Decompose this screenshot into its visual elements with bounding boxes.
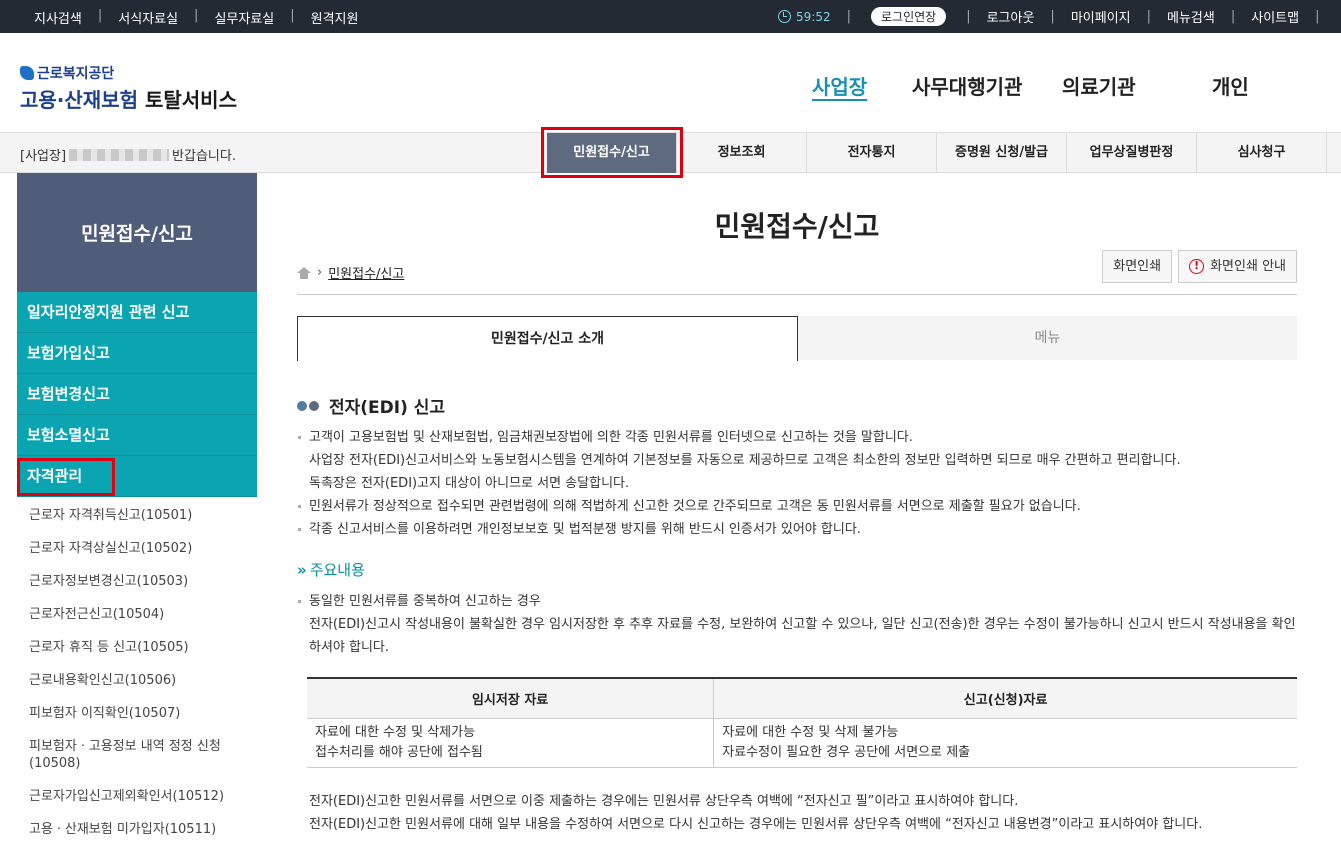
subsection-heading: » 주요내용 [297, 559, 1297, 580]
desc-line: 사업장 전자(EDI)신고서비스와 노동보험시스템을 연계하여 기본정보를 자동… [309, 453, 1181, 468]
user-greeting: [사업장] 반갑습니다. [20, 145, 236, 164]
tab-intro[interactable]: 민원접수/신고 소개 [297, 316, 798, 361]
sidebar-cat-job-stability[interactable]: 일자리안정지원 관련 신고 [17, 292, 257, 333]
site-logo[interactable]: 근로복지공단 고용·산재보험 토탈서비스 [20, 63, 237, 113]
menu-certificate[interactable]: 증명원 신청/발급 [937, 133, 1067, 173]
print-guide-button[interactable]: ! 화면인쇄 안내 [1178, 250, 1297, 283]
menu-info-inquiry[interactable]: 정보조회 [677, 133, 807, 173]
content-tabs: 민원접수/신고 소개 메뉴 [297, 316, 1297, 361]
greeting-prefix: [사업장] [20, 149, 67, 164]
sidebar-cat-insurance-change[interactable]: 보험변경신고 [17, 374, 257, 415]
table-cell-line: 자료에 대한 수정 및 삭제가능 [315, 724, 476, 740]
logo-service-sub: 토탈서비스 [144, 88, 237, 112]
branch-search-link[interactable]: 지사검색 [34, 8, 82, 27]
table-cell: 자료에 대한 수정 및 삭제 불가능 자료수정이 필요한 경우 공단에 서면으로… [713, 718, 1297, 768]
clock-icon [778, 10, 791, 23]
masked-company-name [69, 148, 170, 161]
section-heading-text: 전자(EDI) 신고 [329, 398, 446, 418]
sidebar-subitem[interactable]: 근로자전근신고(10504) [17, 598, 257, 631]
remote-support-link[interactable]: 원격지원 [311, 8, 359, 27]
section-heading: 전자(EDI) 신고 [297, 393, 1297, 418]
menu-e-notice[interactable]: 전자통지 [807, 133, 937, 173]
table-row: 자료에 대한 수정 및 삭제가능 접수처리를 해야 공단에 접수됨 자료에 대한… [307, 718, 1297, 768]
sidebar-subitem[interactable]: 근로자정보변경신고(10503) [17, 565, 257, 598]
sidebar-cat-insurance-end[interactable]: 보험소멸신고 [17, 415, 257, 456]
breadcrumb: › 민원접수/신고 [297, 263, 404, 282]
practice-library-link[interactable]: 실무자료실 [214, 8, 274, 27]
breadcrumb-current[interactable]: 민원접수/신고 [328, 263, 404, 282]
desc-item: 고객이 고용보험법 및 산재보험법, 임금채권보장법에 의한 각종 민원서류를 … [297, 426, 1297, 449]
comwel-logo-icon [20, 66, 34, 80]
desc-item: 동일한 민원서류를 중복하여 신고하는 경우 [297, 590, 1297, 613]
sidebar-cat-insurance-join[interactable]: 보험가입신고 [17, 333, 257, 374]
desc-item: 민원서류가 정상적으로 접수되면 관련법령에 의해 적법하게 신고한 것으로 간… [297, 495, 1297, 518]
table-cell-line: 접수처리를 해야 공단에 접수됨 [315, 744, 483, 760]
gnb-workplace[interactable]: 사업장 [812, 71, 867, 100]
sidebar-subitem[interactable]: 근로자 자격상실신고(10502) [17, 532, 257, 565]
desc-line: 독촉장은 전자(EDI)고지 대상이 아니므로 서면 송달합니다. [309, 476, 630, 491]
logo-service-main: 고용·산재보험 [20, 88, 138, 112]
sidebar-title: 민원접수/신고 [17, 173, 257, 292]
print-button[interactable]: 화면인쇄 [1102, 250, 1173, 283]
double-chevron-icon: » [297, 560, 307, 579]
left-sidebar: 민원접수/신고 일자리안정지원 관련 신고 보험가입신고 보험변경신고 보험소멸… [17, 173, 257, 852]
tab-menu[interactable]: 메뉴 [798, 316, 1297, 361]
mypage-link[interactable]: 마이페이지 [1071, 7, 1131, 26]
menu-disease-judgment[interactable]: 업무상질병판정 [1067, 133, 1197, 173]
edi-section: 전자(EDI) 신고 고객이 고용보험법 및 산재보험법, 임금채권보장법에 의… [297, 393, 1297, 836]
site-header: 근로복지공단 고용·산재보험 토탈서비스 사업장 사무대행기관 의료기관 개인 [0, 33, 1341, 133]
sidebar-subitem[interactable]: 근로내용확인신고(10506) [17, 664, 257, 697]
greeting-suffix: 반갑습니다. [172, 149, 236, 164]
table-header: 임시저장 자료 [307, 677, 715, 719]
session-timer-value: 59:52 [796, 9, 831, 24]
gnb-personal[interactable]: 개인 [1212, 71, 1249, 100]
desc-item: 각종 신고서비스를 이용하려면 개인정보보호 및 법적분쟁 방지를 위해 반드시… [297, 518, 1297, 541]
menu-search-link[interactable]: 메뉴검색 [1167, 7, 1215, 26]
sidebar-subitem[interactable]: 근로자 자격취득신고(10501) [17, 497, 257, 532]
sidebar-subitem[interactable]: 근로자 휴직 등 신고(10505) [17, 631, 257, 664]
sidebar-subitem[interactable]: 근로자가입신고제외확인서(10512) [17, 780, 257, 813]
desc-line: 전자(EDI)신고시 작성내용이 불확실한 경우 임시저장한 후 추후 자료를 … [309, 617, 1296, 655]
home-icon[interactable] [297, 266, 311, 279]
bullet-dots-icon [297, 396, 321, 416]
subsection-heading-text: 주요내용 [309, 561, 365, 579]
forms-library-link[interactable]: 서식자료실 [118, 8, 178, 27]
note-line: 전자(EDI)신고한 민원서류에 대해 일부 내용을 수정하여 서면으로 다시 … [309, 816, 1203, 832]
page-title: 민원접수/신고 [714, 210, 880, 243]
alert-icon: ! [1189, 259, 1205, 274]
print-guide-label: 화면인쇄 안내 [1210, 259, 1286, 274]
menu-review-request[interactable]: 심사청구 [1197, 133, 1327, 173]
divider [297, 294, 1297, 295]
chevron-right-icon: › [317, 265, 323, 280]
logout-link[interactable]: 로그아웃 [987, 7, 1035, 26]
top-utility-bar: 지사검색 | 서식자료실 | 실무자료실 | 원격지원 59:52 | 로그인연장 |… [0, 0, 1341, 33]
logo-org: 근로복지공단 [37, 66, 115, 82]
table-cell-line: 자료수정이 필요한 경우 공단에 서면으로 제출 [722, 744, 971, 760]
session-timer: 59:52 [778, 10, 831, 24]
print-buttons: 화면인쇄 ! 화면인쇄 안내 [1102, 250, 1297, 283]
note-line: 전자(EDI)신고한 민원서류를 서면으로 이중 제출하는 경우에는 민원서류 … [309, 793, 1019, 809]
comparison-table: 임시저장 자료 신고(신청)자료 자료에 대한 수정 및 삭제가능 접수처리를 … [307, 677, 1297, 768]
table-header: 신고(신청)자료 [713, 677, 1297, 719]
table-cell-line: 자료에 대한 수정 및 삭제 불가능 [722, 724, 899, 740]
sidebar-subitem[interactable]: 피보험자ㆍ고용정보 내역 정정 신청(10508) [17, 730, 257, 780]
print-button-label: 화면인쇄 [1113, 259, 1162, 274]
sidebar-subitem[interactable]: 피보험자 이직확인(10507) [17, 697, 257, 730]
table-cell: 자료에 대한 수정 및 삭제가능 접수처리를 해야 공단에 접수됨 [307, 718, 715, 768]
gnb-agency[interactable]: 사무대행기관 [912, 71, 1022, 100]
sitemap-link[interactable]: 사이트맵 [1251, 7, 1299, 26]
login-extend-button[interactable]: 로그인연장 [870, 7, 947, 26]
gnb-medical[interactable]: 의료기관 [1062, 71, 1136, 100]
sidebar-subitem[interactable]: 고용ㆍ산재보험 미가입자(10511) [17, 813, 257, 846]
highlight-box-qualification [17, 458, 115, 496]
highlight-box-menu [541, 127, 683, 178]
